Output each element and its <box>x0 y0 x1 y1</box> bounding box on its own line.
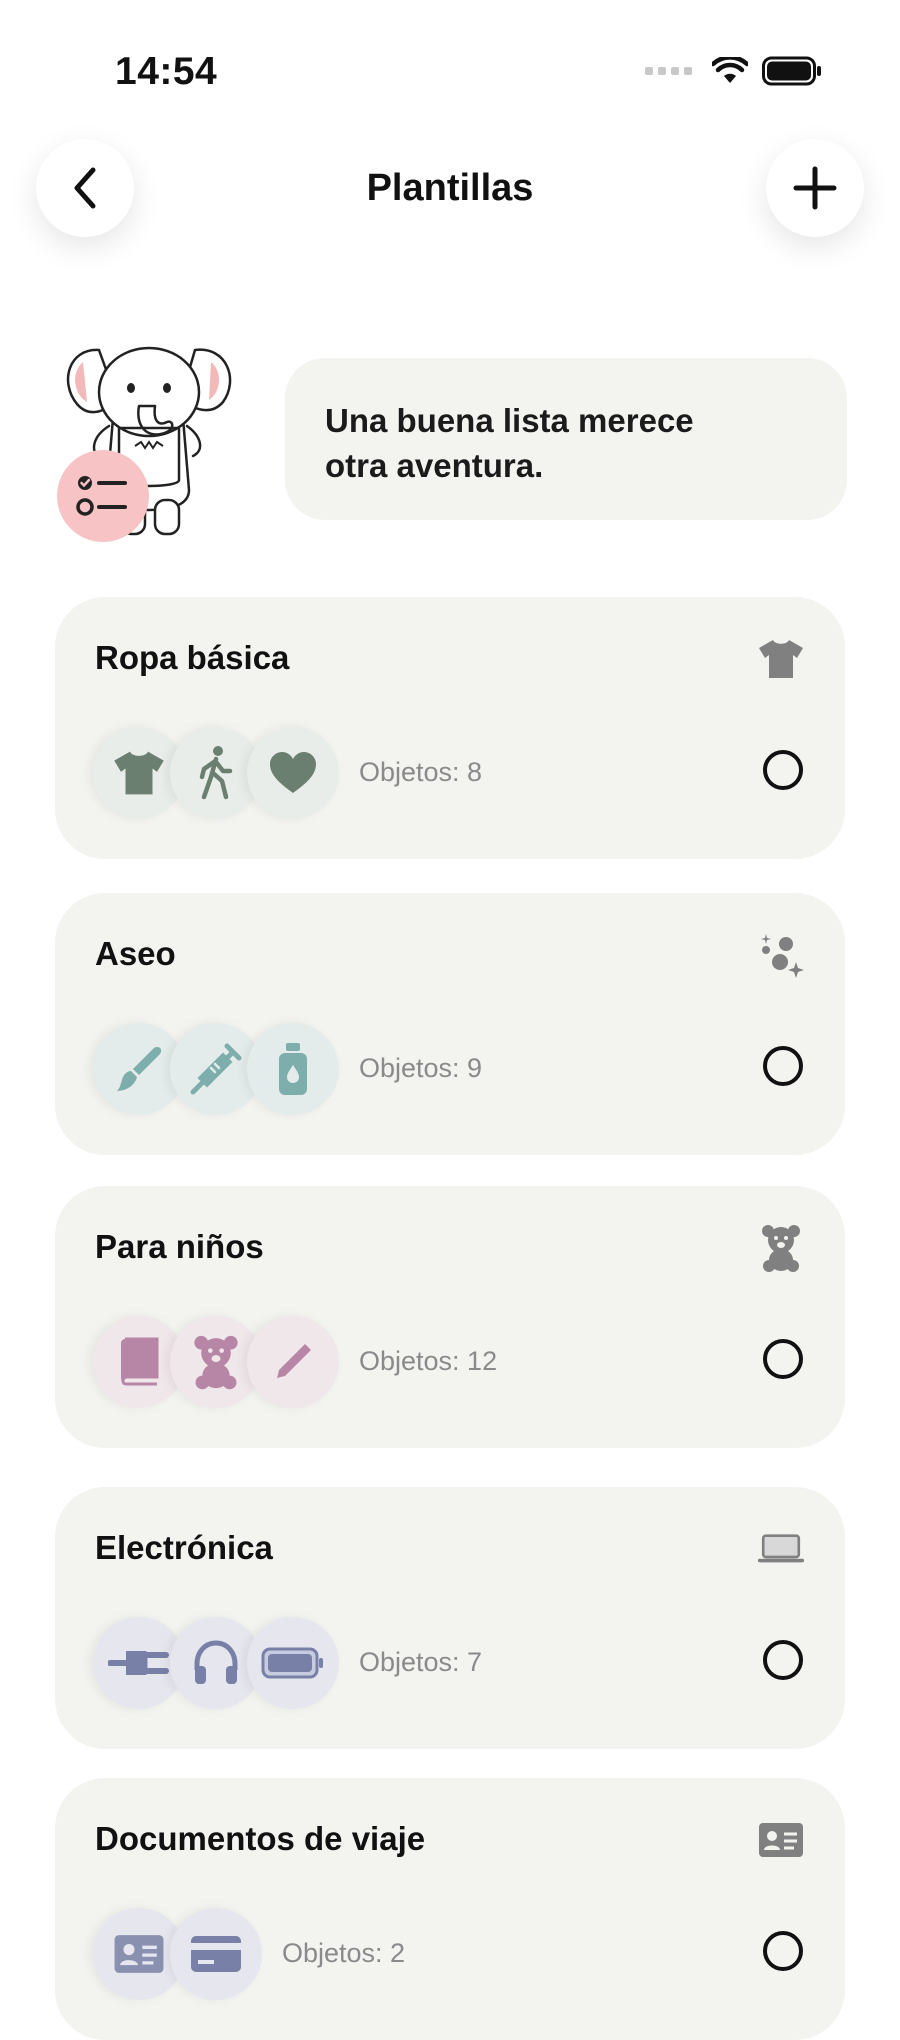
battery-status-icon <box>762 56 821 86</box>
bubble-line-1: Una buena lista merece <box>325 402 694 439</box>
item-count: Objetos: 12 <box>359 1346 498 1376</box>
template-card-ropa-basica[interactable]: Ropa básica Objetos: 8 <box>55 597 845 859</box>
add-template-button[interactable] <box>766 139 864 237</box>
card-title: Para niños <box>95 1228 264 1265</box>
teddy-bear-icon <box>757 1224 805 1272</box>
select-radio[interactable] <box>763 1931 803 1971</box>
hero-section: Una buena lista merece otra aventura. <box>55 340 855 542</box>
template-card-electronica[interactable]: Electrónica Objetos: 7 <box>55 1487 845 1749</box>
nav-bar: Plantillas <box>0 135 900 245</box>
bubble-line-2: otra aventura. <box>325 447 544 484</box>
select-radio[interactable] <box>763 750 803 790</box>
wifi-icon <box>712 57 748 83</box>
item-chips <box>93 1617 363 1709</box>
item-count: Objetos: 8 <box>359 757 483 787</box>
item-count: Objetos: 9 <box>359 1053 483 1083</box>
item-chips <box>93 727 363 819</box>
select-radio[interactable] <box>763 1640 803 1680</box>
pencil-icon <box>247 1316 339 1408</box>
id-card-icon <box>757 1816 805 1864</box>
bottle-icon <box>247 1023 339 1115</box>
battery-icon <box>247 1617 339 1709</box>
item-count: Objetos: 2 <box>282 1938 406 1968</box>
status-time: 14:54 <box>115 50 218 93</box>
checklist-badge <box>57 450 149 542</box>
plus-icon <box>793 166 837 210</box>
template-card-documentos-de-viaje[interactable]: Documentos de viaje Objetos: 2 <box>55 1778 845 2040</box>
template-card-para-ninos[interactable]: Para niños Objetos: 12 <box>55 1186 845 1448</box>
signal-dots-icon <box>645 67 692 75</box>
item-chips <box>93 1023 363 1115</box>
credit-card-icon <box>170 1908 262 2000</box>
select-radio[interactable] <box>763 1339 803 1379</box>
select-radio[interactable] <box>763 1046 803 1086</box>
page-title: Plantillas <box>366 167 534 209</box>
card-title: Aseo <box>95 935 176 972</box>
checklist-icon <box>76 476 127 516</box>
sparkles-icon <box>757 931 805 979</box>
status-bar: 14:54 <box>0 0 900 140</box>
item-count: Objetos: 7 <box>359 1647 483 1677</box>
card-title: Documentos de viaje <box>95 1820 426 1857</box>
card-title: Electrónica <box>95 1529 273 1566</box>
laptop-icon <box>757 1525 805 1573</box>
template-card-aseo[interactable]: Aseo Objetos: 9 <box>55 893 845 1155</box>
heart-icon <box>247 727 339 819</box>
speech-bubble: Una buena lista merece otra aventura. <box>285 358 847 520</box>
tshirt-icon <box>757 635 805 683</box>
status-icons <box>645 56 822 86</box>
card-title: Ropa básica <box>95 639 290 676</box>
item-chips <box>93 1316 363 1408</box>
